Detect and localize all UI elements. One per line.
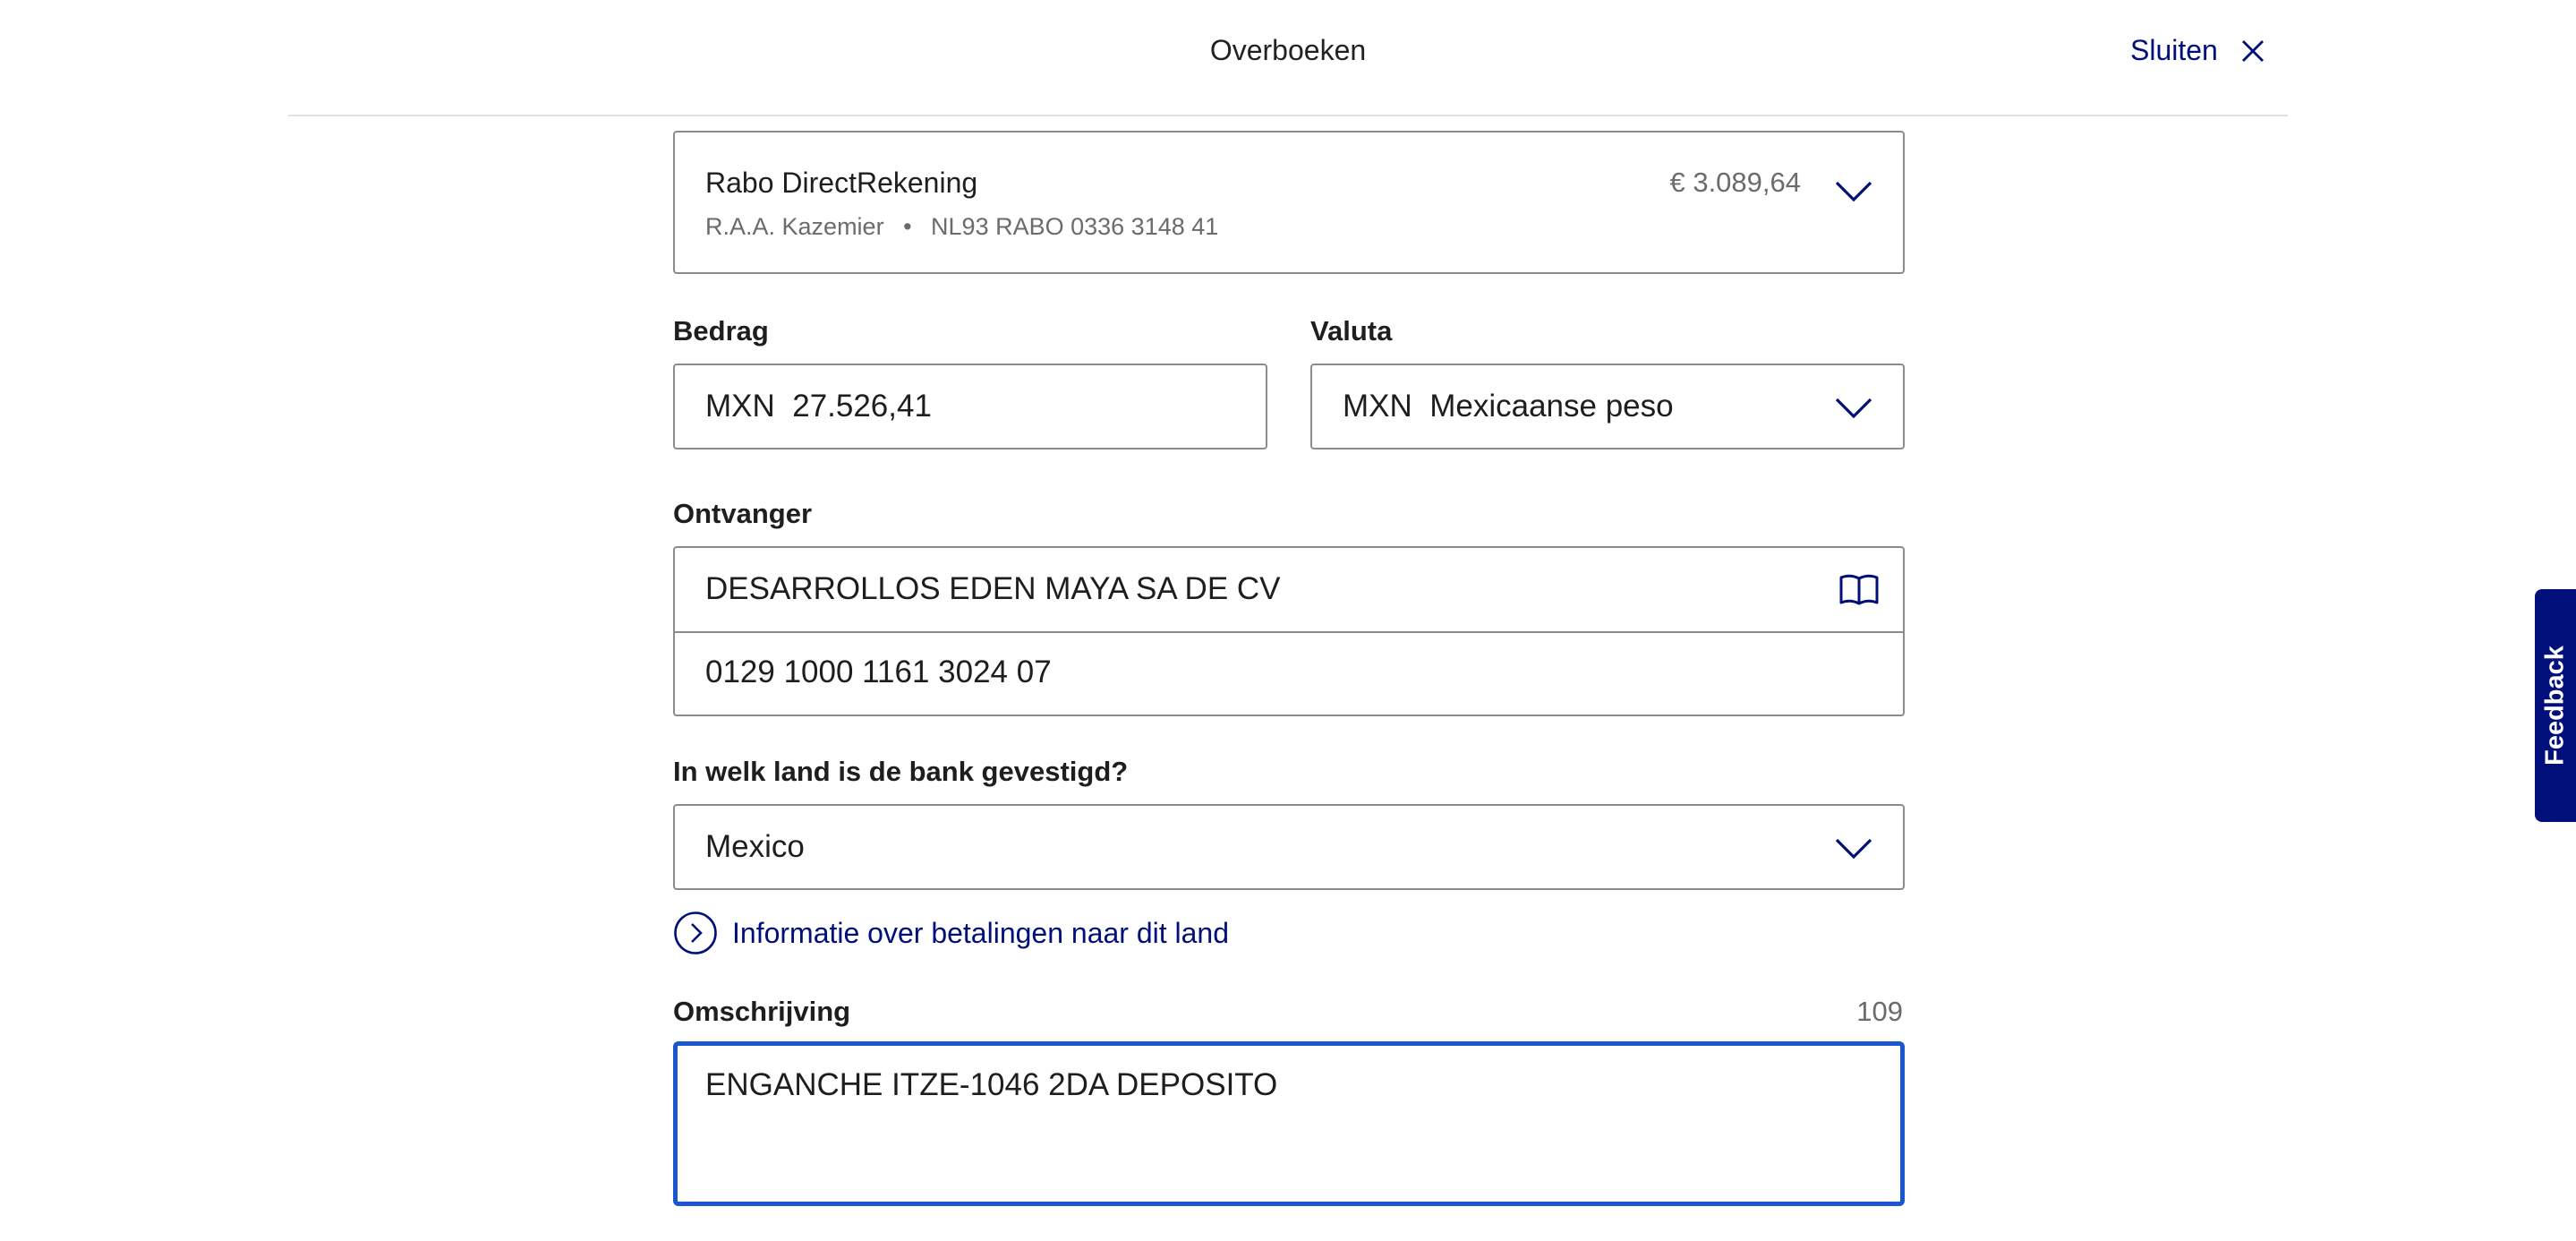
address-book-icon[interactable] (1838, 573, 1880, 607)
country-value: Mexico (705, 829, 805, 864)
recipient-label: Ontvanger (673, 498, 813, 529)
account-name: Rabo DirectRekening (705, 167, 978, 199)
transfer-page: Overboeken Sluiten Rabo DirectRekening R… (0, 0, 2576, 1241)
account-iban: NL93 RABO 0336 3148 41 (931, 213, 1219, 240)
amount-label: Bedrag (673, 315, 769, 347)
currency-select[interactable]: MXN Mexicaanse peso (1310, 364, 1905, 449)
description-char-counter: 109 (1856, 996, 1903, 1027)
feedback-label: Feedback (2540, 646, 2570, 766)
recipient-group: DESARROLLOS EDEN MAYA SA DE CV 0129 1000… (673, 546, 1905, 716)
recipient-account-input[interactable]: 0129 1000 1161 3024 07 (675, 633, 1903, 715)
feedback-tab[interactable]: Feedback (2535, 589, 2576, 822)
amount-input[interactable]: MXN 27.526,41 (673, 364, 1267, 449)
account-balance: € 3.089,64 (1669, 167, 1801, 198)
close-label: Sluiten (2130, 34, 2218, 66)
chevron-right-circle-icon (674, 911, 717, 954)
country-label: In welk land is de bank gevestigd? (673, 756, 1129, 787)
header-divider (288, 115, 2288, 116)
close-button[interactable]: Sluiten (2130, 34, 2266, 67)
account-selector[interactable]: Rabo DirectRekening R.A.A. Kazemier • NL… (673, 131, 1905, 274)
chevron-down-icon (1835, 398, 1872, 419)
amount-value: MXN 27.526,41 (705, 389, 932, 424)
account-details: R.A.A. Kazemier • NL93 RABO 0336 3148 41 (705, 213, 1218, 241)
close-icon (2241, 39, 2264, 62)
country-info-link[interactable]: Informatie over betalingen naar dit land (673, 911, 1229, 955)
chevron-down-icon (1835, 181, 1872, 202)
chevron-down-icon (1835, 838, 1872, 860)
description-value: ENGANCHE ITZE-1046 2DA DEPOSITO (705, 1067, 1278, 1102)
recipient-name-input[interactable]: DESARROLLOS EDEN MAYA SA DE CV (675, 548, 1903, 631)
currency-label: Valuta (1310, 315, 1393, 347)
description-textarea[interactable]: ENGANCHE ITZE-1046 2DA DEPOSITO (673, 1041, 1905, 1206)
account-holder: R.A.A. Kazemier (705, 213, 884, 240)
recipient-name: DESARROLLOS EDEN MAYA SA DE CV (705, 571, 1281, 606)
country-info-link-text: Informatie over betalingen naar dit land (732, 916, 1230, 949)
recipient-account-number: 0129 1000 1161 3024 07 (705, 655, 1052, 689)
description-label: Omschrijving (673, 996, 851, 1027)
account-separator: • (903, 213, 912, 240)
country-select[interactable]: Mexico (673, 804, 1905, 890)
currency-value: MXN Mexicaanse peso (1343, 389, 1674, 424)
